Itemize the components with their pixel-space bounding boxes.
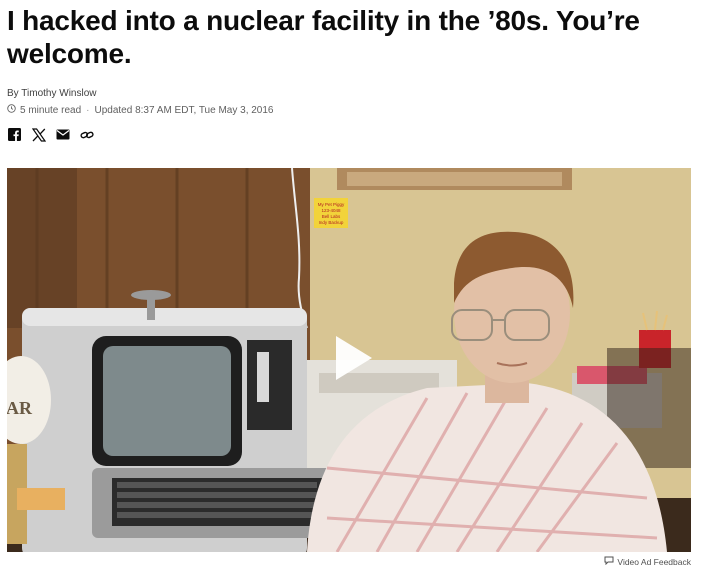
email-icon[interactable]: [55, 127, 70, 142]
updated-timestamp: Updated 8:37 AM EDT, Tue May 3, 2016: [94, 104, 274, 116]
article-meta: 5 minute read · Updated 8:37 AM EDT, Tue…: [7, 104, 274, 116]
wall-sign-line: My Pet Piggy: [318, 202, 345, 207]
meta-separator: ·: [86, 104, 90, 116]
link-icon[interactable]: [79, 127, 94, 142]
author-link[interactable]: Timothy Winslow: [21, 88, 96, 99]
comment-icon: [604, 556, 614, 567]
x-icon[interactable]: [31, 127, 46, 142]
byline: By Timothy Winslow: [7, 88, 96, 99]
play-icon[interactable]: [334, 334, 374, 382]
video-player[interactable]: My Pet Piggy 123-4048 Bell Labs Indy Backup…: [7, 168, 691, 552]
read-time: 5 minute read: [20, 104, 82, 116]
facebook-icon[interactable]: [7, 127, 22, 142]
feedback-label: Video Ad Feedback: [617, 556, 691, 567]
mug-text: AR: [7, 398, 33, 418]
clock-icon: [7, 104, 16, 116]
video-ad-feedback[interactable]: Video Ad Feedback: [604, 556, 691, 567]
byline-prefix: By: [7, 88, 19, 99]
article-headline: I hacked into a nuclear facility in the …: [7, 5, 640, 69]
share-bar: [7, 127, 94, 142]
wall-sign-line: Indy Backup: [319, 220, 344, 225]
wall-sign-line: Bell Labs: [322, 214, 341, 219]
wall-sign-line: 123-4048: [321, 208, 341, 213]
